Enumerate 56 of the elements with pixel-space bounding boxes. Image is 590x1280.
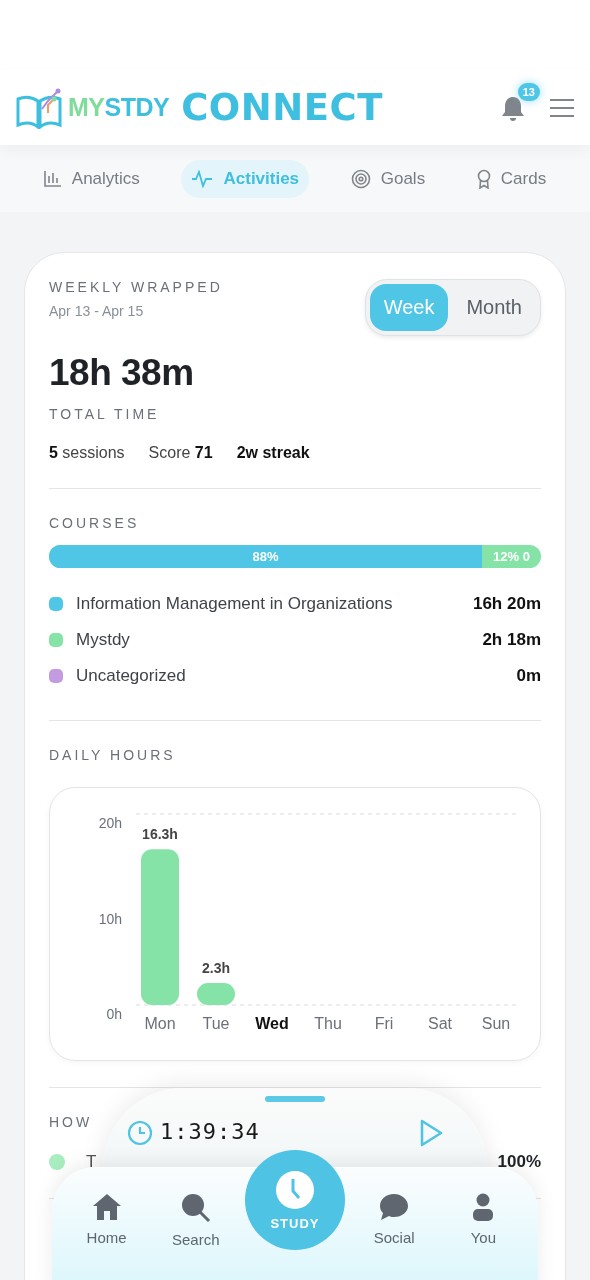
logo-text: CONNECT <box>181 86 383 129</box>
axis-label: 20h <box>98 815 122 831</box>
stat-text: Score 71 <box>148 444 213 462</box>
section-title: HOW <box>49 1114 94 1130</box>
nav-item[interactable]: Social <box>354 1167 435 1280</box>
day-label: Thu <box>314 1015 342 1032</box>
course-name: Information Management in Organizations <box>76 594 394 614</box>
day-label: Wed <box>255 1015 289 1032</box>
day-label: Tue <box>202 1015 230 1032</box>
course-name: Mystdy <box>76 630 131 650</box>
stat-text: 5 sessions <box>49 444 125 462</box>
value-label: 2.3h <box>202 960 230 977</box>
target-icon <box>350 168 371 189</box>
section-title: DAILY HOURS <box>49 747 177 763</box>
course-time: 0m <box>516 666 541 686</box>
clock-icon <box>274 1169 315 1210</box>
menu-icon[interactable] <box>550 98 574 117</box>
home-icon <box>91 1193 122 1221</box>
book-logo-icon <box>16 86 62 129</box>
nav-tab[interactable]: Cards <box>466 159 557 198</box>
date-range: Apr 13 - Apr 15 <box>49 303 145 319</box>
period-option[interactable]: Month <box>452 284 536 331</box>
total-time-label: TOTAL TIME <box>49 406 161 422</box>
section-title: COURSES <box>49 515 141 531</box>
total-time: 18h 38m <box>49 352 195 394</box>
bell-icon[interactable] <box>500 94 526 121</box>
notification-badge: 13 <box>517 82 540 101</box>
day-label: Fri <box>374 1015 394 1032</box>
nav-tab[interactable]: Analytics <box>33 159 150 198</box>
value-label: 16.3h <box>142 826 178 843</box>
search-icon <box>180 1193 211 1223</box>
section-title: WEEKLY WRAPPED <box>49 279 223 295</box>
pulse-icon <box>191 169 214 188</box>
course-time: 16h 20m <box>472 594 541 614</box>
bar-chart-icon <box>43 170 62 187</box>
course-time: 2h 18m <box>482 630 541 650</box>
axis-label: 0h <box>106 1006 122 1022</box>
day-label: Sun <box>481 1015 511 1032</box>
bar <box>197 983 235 1005</box>
logo-text: MYSTDY <box>68 93 170 122</box>
nav-item[interactable]: Search <box>155 1167 236 1280</box>
timer-time: 1:39:34 <box>160 1119 260 1144</box>
award-icon <box>476 168 491 189</box>
clock-icon <box>127 1120 153 1146</box>
day-label: Mon <box>144 1015 176 1032</box>
play-icon[interactable] <box>419 1119 443 1147</box>
share-label: 12% 0 <box>492 548 531 566</box>
course-name: Uncategorized <box>76 666 187 686</box>
stat-text: 2w streak <box>236 444 310 462</box>
nav-tab[interactable]: Goals <box>340 159 436 198</box>
share-fill: 88% <box>49 545 482 568</box>
day-label: Sat <box>428 1015 452 1032</box>
speech-bubble-icon <box>379 1193 410 1221</box>
person-icon <box>472 1193 495 1221</box>
drag-handle[interactable] <box>265 1096 325 1102</box>
axis-label: 10h <box>98 910 122 927</box>
